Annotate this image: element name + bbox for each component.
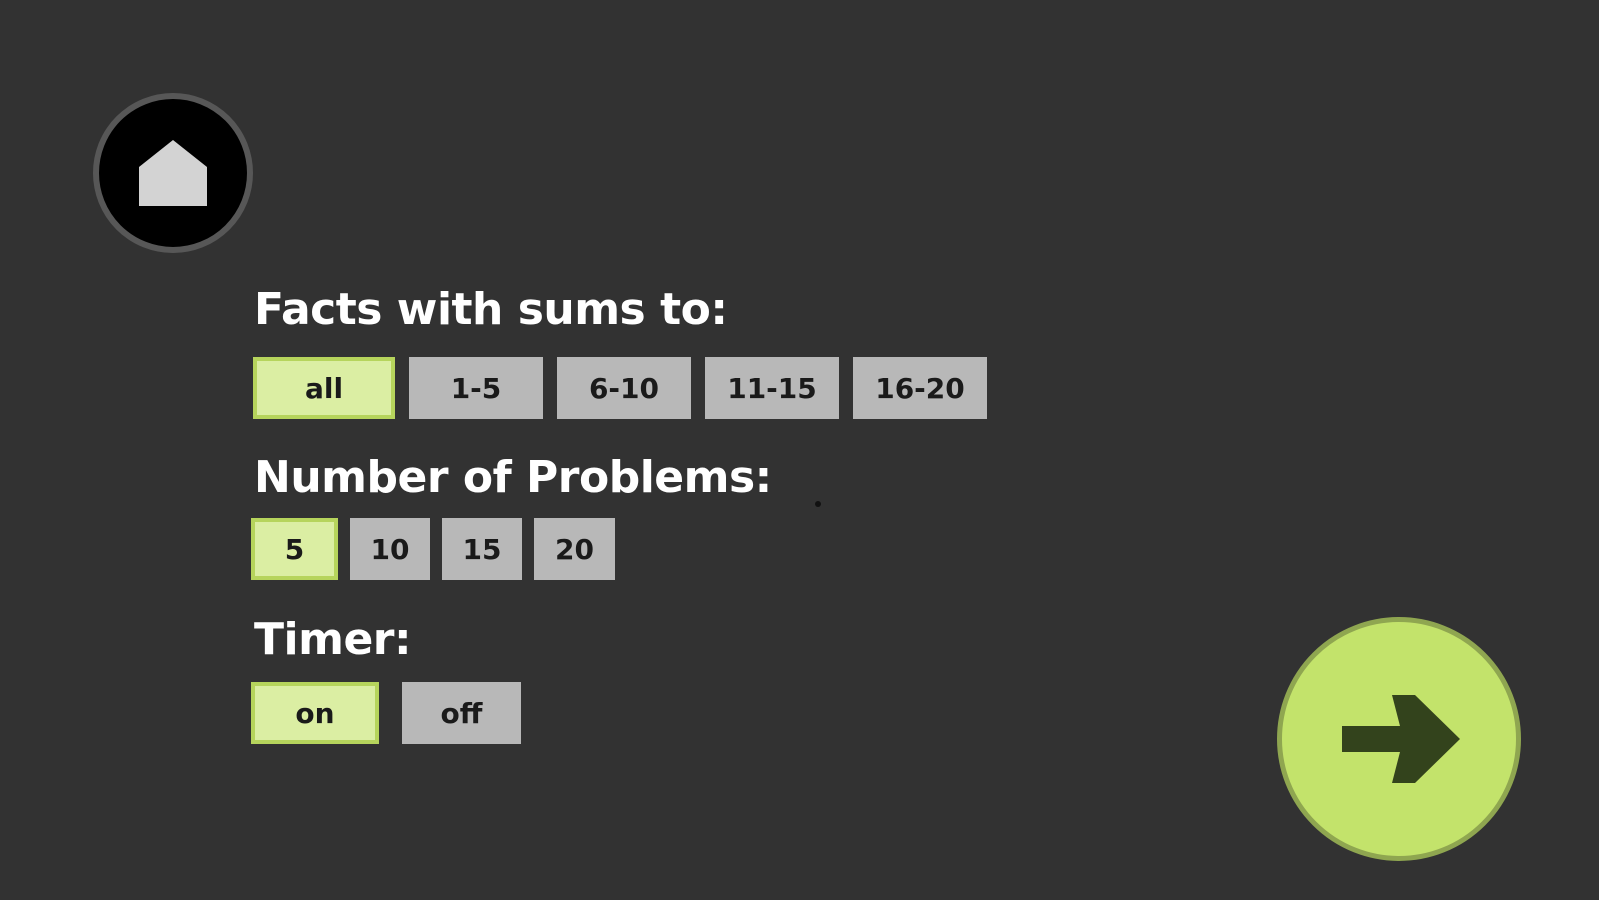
facts-option-1-5[interactable]: 1-5 bbox=[409, 357, 543, 419]
facts-sums-title: Facts with sums to: bbox=[254, 284, 728, 335]
problems-option-5[interactable]: 5 bbox=[251, 518, 338, 580]
facts-option-11-15[interactable]: 11-15 bbox=[705, 357, 839, 419]
next-button[interactable] bbox=[1277, 617, 1521, 861]
problems-option-10[interactable]: 10 bbox=[350, 518, 430, 580]
timer-option-on[interactable]: on bbox=[251, 682, 379, 744]
home-button[interactable] bbox=[93, 93, 253, 253]
problems-option-20[interactable]: 20 bbox=[534, 518, 615, 580]
home-icon bbox=[138, 138, 208, 208]
timer-options: on off bbox=[251, 682, 521, 744]
problems-options: 5 10 15 20 bbox=[251, 518, 627, 580]
facts-sums-options: all 1-5 6-10 11-15 16-20 bbox=[253, 357, 1001, 419]
timer-option-off[interactable]: off bbox=[402, 682, 521, 744]
stray-dot bbox=[815, 501, 821, 507]
facts-option-6-10[interactable]: 6-10 bbox=[557, 357, 691, 419]
timer-title: Timer: bbox=[254, 614, 412, 665]
facts-option-16-20[interactable]: 16-20 bbox=[853, 357, 987, 419]
arrow-right-icon bbox=[1336, 689, 1462, 789]
number-of-problems-title: Number of Problems: bbox=[254, 452, 772, 503]
facts-option-all[interactable]: all bbox=[253, 357, 395, 419]
problems-option-15[interactable]: 15 bbox=[442, 518, 522, 580]
